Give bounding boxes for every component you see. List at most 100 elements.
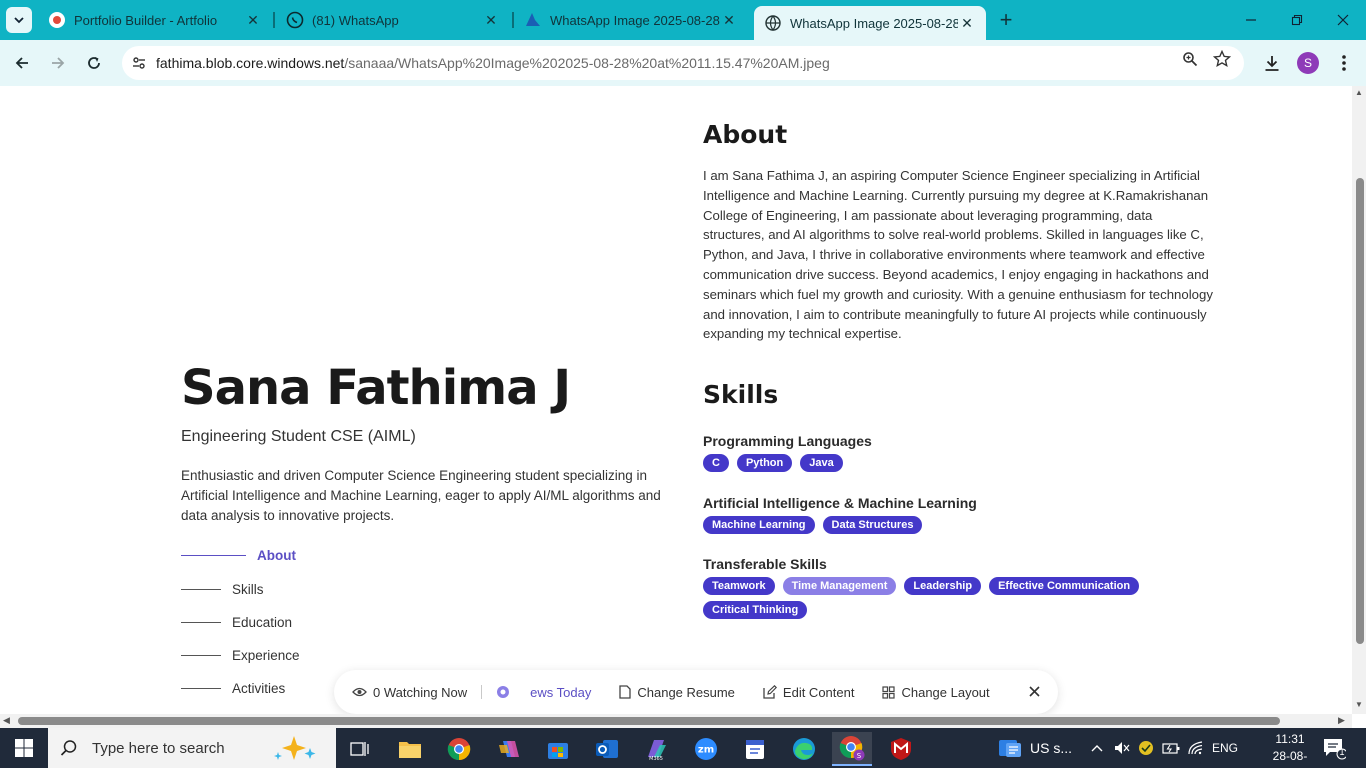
- folder-icon: [399, 742, 421, 758]
- vertical-scroll-thumb[interactable]: [1356, 178, 1364, 644]
- nav-item-experience[interactable]: Experience: [181, 648, 300, 663]
- sparkle-icon: [268, 734, 324, 766]
- horizontal-scroll-thumb[interactable]: [18, 717, 1280, 725]
- tab-portfolio-builder[interactable]: Portfolio Builder - Artfolio ✕: [38, 4, 272, 36]
- close-window-button[interactable]: [1320, 6, 1366, 34]
- mcafee-button[interactable]: [881, 732, 921, 766]
- change-layout-button[interactable]: Change Layout: [882, 684, 990, 700]
- skill-chip: Java: [800, 454, 843, 472]
- tab-search-button[interactable]: [6, 7, 32, 33]
- chrome-icon: [447, 738, 471, 761]
- chrome-taskbar-button[interactable]: [439, 732, 479, 766]
- address-bar[interactable]: fathima.blob.core.windows.net/sanaaa/Wha…: [122, 46, 1244, 80]
- scroll-right-arrow-icon[interactable]: ▶: [1338, 715, 1345, 726]
- profile-name: Sana Fathima J: [181, 360, 571, 416]
- new-tab-button[interactable]: +: [994, 7, 1018, 32]
- tab-whatsapp[interactable]: (81) WhatsApp ✕: [276, 4, 510, 36]
- bookmark-button[interactable]: [1210, 47, 1234, 71]
- tab-title: Portfolio Builder - Artfolio: [74, 12, 218, 28]
- nav-indicator-line: [181, 555, 246, 556]
- skill-chip: Leadership: [904, 577, 982, 595]
- vertical-scrollbar[interactable]: ▲ ▼: [1352, 86, 1366, 714]
- task-view-button[interactable]: [340, 732, 380, 766]
- nav-item-about[interactable]: About: [181, 548, 296, 563]
- skill-chip: Data Structures: [822, 516, 923, 534]
- close-icon[interactable]: ✕: [958, 14, 976, 32]
- notepad-app-button[interactable]: [735, 732, 775, 766]
- downloads-button[interactable]: [1260, 51, 1284, 75]
- outlook-icon: [596, 740, 618, 758]
- system-clock[interactable]: 11:31 28-08-2025: [1260, 731, 1320, 768]
- file-explorer-button[interactable]: [390, 732, 430, 766]
- change-layout-label: Change Layout: [901, 684, 990, 700]
- edge-button[interactable]: [784, 732, 824, 766]
- nav-item-skills[interactable]: Skills: [181, 582, 264, 597]
- avatar: S: [1297, 52, 1319, 74]
- taskbar-search-box[interactable]: Type here to search: [48, 728, 336, 768]
- artfolio-logo-icon: [48, 11, 66, 29]
- zoom-button[interactable]: [1178, 47, 1202, 71]
- volume-button[interactable]: [1114, 728, 1130, 768]
- weather-text: US s...: [1030, 740, 1073, 756]
- weather-widget[interactable]: US s...: [998, 728, 1072, 768]
- edit-content-button[interactable]: Edit Content: [763, 685, 854, 700]
- skill-chip: Machine Learning: [703, 516, 815, 534]
- zoom-app-button[interactable]: zm: [686, 732, 726, 766]
- microsoft-365-button[interactable]: M365: [636, 732, 676, 766]
- nav-item-education[interactable]: Education: [181, 615, 292, 630]
- language-indicator[interactable]: ENG: [1212, 728, 1238, 768]
- browser-menu-button[interactable]: [1332, 51, 1356, 75]
- microsoft-store-button[interactable]: [538, 732, 578, 766]
- whatsapp-icon: [286, 11, 304, 29]
- horizontal-scrollbar[interactable]: ◀ ▶: [0, 714, 1352, 728]
- star-icon: [1213, 50, 1231, 68]
- scroll-up-arrow-icon[interactable]: ▲: [1355, 88, 1363, 97]
- svg-text:M365: M365: [649, 756, 663, 761]
- restore-button[interactable]: [1274, 6, 1320, 34]
- about-text: I am Sana Fathima J, an aspiring Compute…: [703, 168, 1213, 342]
- close-icon[interactable]: ✕: [482, 11, 500, 29]
- views-today-indicator: ews Today: [496, 685, 591, 700]
- clock-time: 11:31: [1275, 732, 1305, 746]
- eye-icon: [352, 686, 367, 698]
- site-info-icon[interactable]: [122, 55, 156, 71]
- nav-item-activities[interactable]: Activities: [181, 681, 285, 696]
- profile-summary: Enthusiastic and driven Computer Science…: [181, 468, 661, 523]
- tab-title: (81) WhatsApp: [312, 12, 399, 28]
- notification-center-button[interactable]: 1: [1322, 736, 1348, 760]
- page-viewport: Sana Fathima J Engineering Student CSE (…: [0, 86, 1352, 714]
- profile-button[interactable]: S: [1296, 51, 1320, 75]
- skill-chip: C: [703, 454, 729, 472]
- chevron-down-icon: [14, 17, 24, 24]
- chrome-profile-taskbar-button[interactable]: S: [832, 732, 872, 766]
- language-text: ENG: [1212, 741, 1239, 755]
- watching-now-indicator: 0 Watching Now: [352, 685, 467, 700]
- zoom-logo-icon: zm: [695, 738, 717, 760]
- nav-item-label: Skills: [232, 582, 264, 597]
- outlook-button[interactable]: [587, 732, 627, 766]
- forward-button[interactable]: [44, 49, 72, 77]
- network-button[interactable]: [1188, 728, 1204, 768]
- scroll-left-arrow-icon[interactable]: ◀: [3, 715, 10, 726]
- tab-whatsapp-image-1[interactable]: WhatsApp Image 2025-08-28 a ✕: [514, 4, 748, 36]
- close-icon[interactable]: ✕: [244, 11, 262, 29]
- show-hidden-icons-button[interactable]: [1090, 728, 1104, 768]
- reload-button[interactable]: [80, 49, 108, 77]
- back-button[interactable]: [8, 49, 36, 77]
- search-placeholder: Type here to search: [92, 739, 225, 757]
- grid-icon: [882, 685, 896, 699]
- security-status-icon[interactable]: [1138, 728, 1154, 768]
- close-action-bar-button[interactable]: [1029, 684, 1040, 701]
- minimize-button[interactable]: [1228, 6, 1274, 34]
- change-resume-button[interactable]: Change Resume: [619, 685, 735, 700]
- tab-separator: [273, 12, 275, 28]
- close-icon[interactable]: ✕: [720, 11, 738, 29]
- copilot-button[interactable]: [489, 732, 529, 766]
- scroll-down-arrow-icon[interactable]: ▼: [1355, 700, 1363, 709]
- minimize-icon: [1246, 19, 1256, 21]
- notification-count: 1: [1339, 747, 1345, 757]
- profile-role: Engineering Student CSE (AIML): [181, 428, 416, 445]
- start-button[interactable]: [0, 728, 48, 768]
- battery-button[interactable]: [1162, 728, 1180, 768]
- tab-whatsapp-image-2[interactable]: WhatsApp Image 2025-08-28 a ✕: [754, 6, 986, 40]
